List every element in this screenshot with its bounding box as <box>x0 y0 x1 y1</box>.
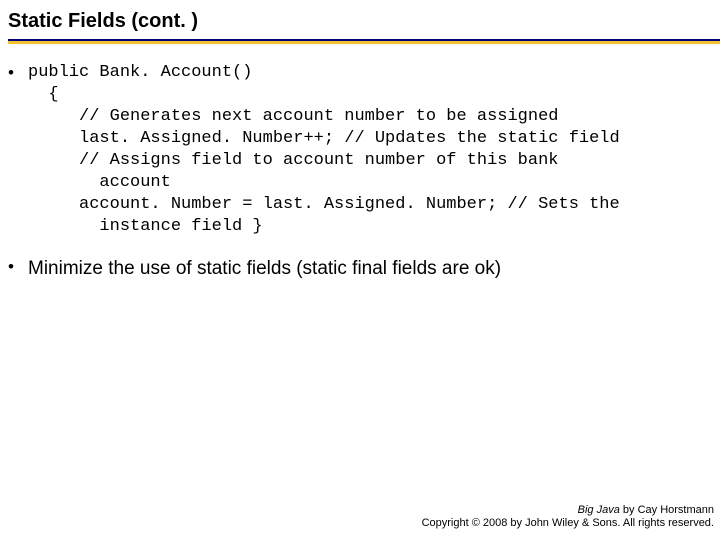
bullet-code: • public Bank. Account() { // Generates … <box>8 62 712 238</box>
code-line: // Generates next account number to be a… <box>28 107 559 126</box>
bullet-body: Minimize the use of static fields (stati… <box>28 256 712 282</box>
bullet-dot: • <box>8 62 28 238</box>
code-line: instance field } <box>28 217 263 236</box>
code-line: account <box>28 173 171 192</box>
footer-line2: Copyright © 2008 by John Wiley & Sons. A… <box>422 517 714 530</box>
code-line: // Assigns field to account number of th… <box>28 151 559 170</box>
footer-author: by Cay Horstmann <box>620 504 714 516</box>
bullet-dot: • <box>8 256 28 282</box>
code-line: last. Assigned. Number++; // Updates the… <box>28 129 620 148</box>
slide: Static Fields (cont. ) • public Bank. Ac… <box>0 0 720 540</box>
code-line: public Bank. Account() <box>28 63 252 82</box>
content-area: • public Bank. Account() { // Generates … <box>0 44 720 282</box>
footer-book-title: Big Java <box>578 504 620 516</box>
spacer <box>8 238 712 256</box>
code-line: account. Number = last. Assigned. Number… <box>28 195 620 214</box>
bullet-text: • Minimize the use of static fields (sta… <box>8 256 712 282</box>
title-bar: Static Fields (cont. ) <box>0 0 720 44</box>
code-block: public Bank. Account() { // Generates ne… <box>28 62 712 238</box>
footer-line1: Big Java by Cay Horstmann <box>422 504 714 517</box>
code-line: { <box>28 85 59 104</box>
slide-title: Static Fields (cont. ) <box>8 10 720 37</box>
footer: Big Java by Cay Horstmann Copyright © 20… <box>422 504 714 530</box>
